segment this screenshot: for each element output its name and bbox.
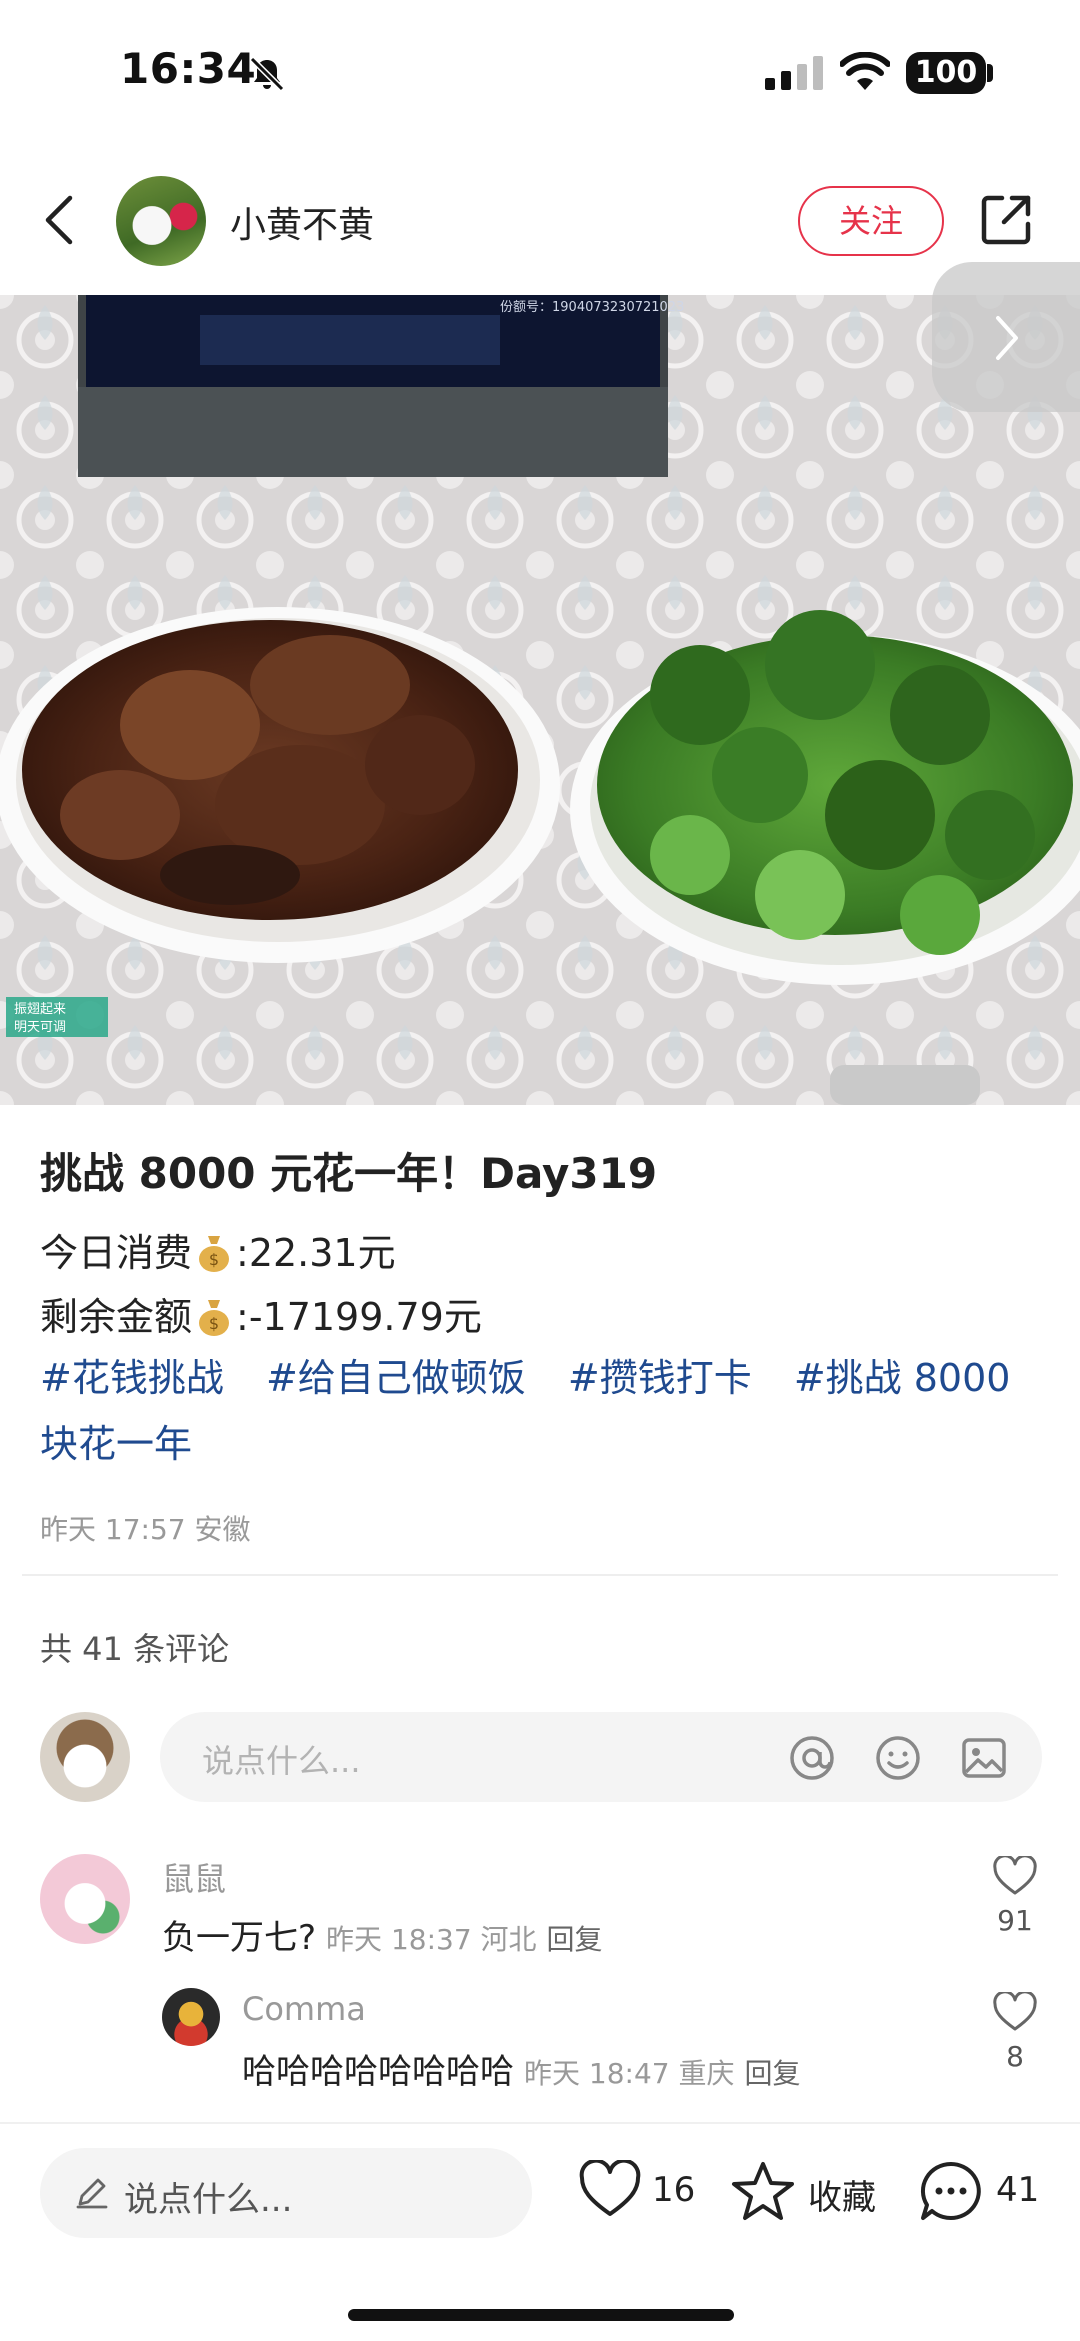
comment-text: 哈哈哈哈哈哈哈哈 [242, 2052, 514, 2092]
post-header: 小黄不黄 关注 [0, 170, 1080, 295]
my-avatar [40, 1712, 130, 1802]
collect-button[interactable]: 收藏 [730, 2160, 880, 2224]
tablet-screen-text: 份额号：1904073230721023 [500, 300, 684, 315]
svg-text:$: $ [209, 1250, 219, 1269]
svg-text:$: $ [209, 1314, 219, 1333]
comment-like-count: 91 [997, 1904, 1033, 1937]
commenter-avatar[interactable] [162, 1988, 220, 2046]
money-bag-icon: $ [199, 1300, 230, 1336]
photo-watermark-line2: 明天可调 [14, 1020, 66, 1035]
divider [22, 1574, 1058, 1576]
hashtag-link[interactable]: #给自己做顿饭 [266, 1356, 526, 1400]
comment-reply-item: Comma 哈哈哈哈哈哈哈哈 昨天 18:47 重庆 回复 8 [0, 1986, 1080, 2106]
author-name[interactable]: 小黄不黄 [230, 196, 374, 248]
daily-spend-label: 今日消费 [40, 1231, 193, 1275]
like-count: 16 [652, 2170, 696, 2210]
post-title: 挑战 8000 元花一年！Day319 [40, 1149, 658, 1198]
comment-meta: 昨天 18:37 河北 [326, 1923, 537, 1956]
comment-input[interactable]: 说点什么... [160, 1712, 1042, 1802]
comment-like-count: 8 [1006, 2040, 1024, 2073]
food-photo-illustration: 份额号：1904073230721023 振翅起来 明天可调 [0, 295, 1080, 1105]
photo-watermark-line1: 振翅起来 [14, 1001, 66, 1017]
commenter-avatar[interactable] [40, 1854, 130, 1944]
wifi-icon [840, 52, 890, 90]
comment-like-button[interactable]: 91 [985, 1854, 1045, 1937]
post-line-daily-spend: 今日消费 $ :22.31元 [40, 1222, 396, 1277]
chevron-right-icon [996, 316, 1018, 360]
comment-meta: 昨天 18:47 重庆 [524, 2057, 735, 2090]
reply-button[interactable]: 回复 [547, 1923, 603, 1956]
at-icon[interactable] [788, 1734, 836, 1782]
follow-button[interactable]: 关注 [798, 186, 944, 256]
comment-count-bottom: 41 [996, 2170, 1040, 2210]
emoji-icon[interactable] [874, 1734, 922, 1782]
next-photo-button[interactable] [932, 262, 1080, 412]
reply-button[interactable]: 回复 [745, 2057, 801, 2090]
share-icon[interactable] [978, 192, 1034, 248]
remaining-value: :-17199.79元 [236, 1295, 482, 1339]
comment-body: 哈哈哈哈哈哈哈哈 昨天 18:47 重庆 回复 [242, 2044, 801, 2093]
remaining-label: 剩余金额 [40, 1295, 193, 1339]
bell-off-icon [249, 56, 285, 92]
bottom-action-bar: 说点什么... 16 收藏 41 [0, 2122, 1080, 2262]
money-bag-icon: $ [199, 1236, 230, 1272]
comment-text: 负一万七? [162, 1918, 317, 1958]
heart-icon [993, 1854, 1037, 1895]
comment-count: 共 41 条评论 [40, 1630, 230, 1668]
like-button[interactable]: 16 [578, 2160, 698, 2224]
comment-like-button[interactable]: 8 [985, 1990, 1045, 2073]
star-icon [732, 2162, 794, 2220]
heart-icon [993, 1990, 1037, 2031]
commenter-name[interactable]: 鼠鼠 [162, 1854, 226, 1900]
bottom-input-placeholder: 说点什么... [124, 2180, 293, 2220]
post-photo[interactable]: 份额号：1904073230721023 振翅起来 明天可调 [0, 295, 1080, 1105]
home-indicator [348, 2309, 734, 2321]
comment-bubble-icon [920, 2161, 981, 2220]
comment-input-placeholder: 说点什么... [202, 1742, 361, 1780]
image-icon[interactable] [960, 1734, 1008, 1782]
collect-label: 收藏 [808, 2178, 876, 2218]
battery-icon: 100 [906, 52, 986, 94]
comment-item: 鼠鼠 负一万七? 昨天 18:37 河北 回复 91 [0, 1850, 1080, 1970]
comment-button[interactable]: 41 [918, 2160, 1048, 2224]
daily-spend-value: :22.31元 [236, 1231, 396, 1275]
post-tags: #花钱挑战 #给自己做顿饭 #攒钱打卡 #挑战 8000 块花一年 [40, 1345, 1050, 1477]
commenter-name[interactable]: Comma [242, 1990, 366, 2028]
pencil-icon [76, 2178, 108, 2209]
heart-icon [579, 2160, 641, 2216]
post-line-remaining: 剩余金额 $ :-17199.79元 [40, 1286, 482, 1341]
status-bar: 16:34 100 [0, 0, 1080, 150]
hashtag-link[interactable]: #攒钱打卡 [568, 1356, 752, 1400]
post-meta: 昨天 17:57 安徽 [40, 1513, 251, 1546]
battery-tip [987, 64, 993, 82]
comment-body: 负一万七? 昨天 18:37 河北 回复 [162, 1910, 603, 1959]
cellular-signal-icon [765, 56, 823, 90]
back-arrow-icon[interactable] [40, 190, 80, 250]
hashtag-link[interactable]: #花钱挑战 [40, 1356, 224, 1400]
bottom-comment-input[interactable]: 说点什么... [40, 2148, 532, 2238]
author-avatar[interactable] [116, 176, 206, 266]
status-time: 16:34 [120, 44, 257, 93]
